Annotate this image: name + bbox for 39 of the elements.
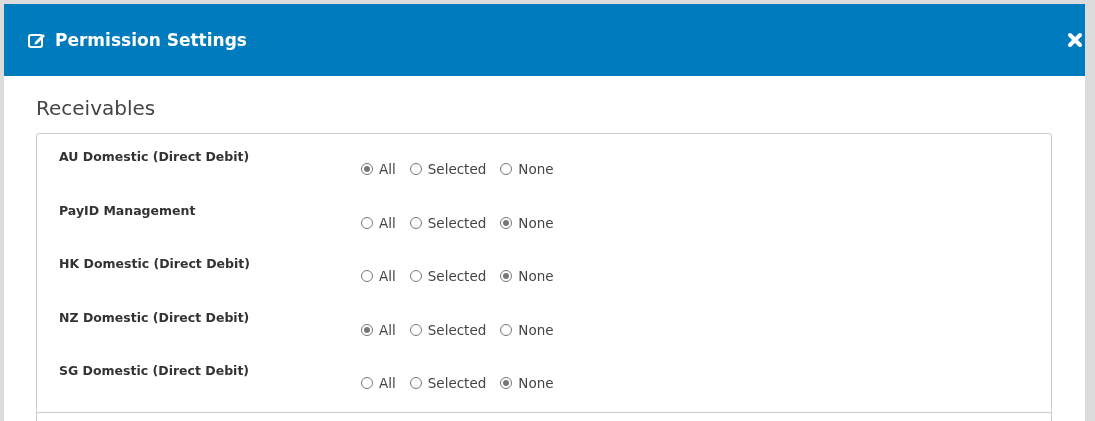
radio-button[interactable]: [409, 270, 422, 282]
permission-label: SG Domestic (Direct Debit): [59, 362, 251, 380]
radio-label: None: [518, 214, 554, 231]
radio-button[interactable]: [500, 216, 513, 229]
radio-label: None: [518, 321, 554, 338]
radio-button[interactable]: [361, 216, 373, 229]
close-button[interactable]: [1067, 32, 1083, 48]
permission-label: PayID Management: [59, 201, 197, 220]
radio-label: Selected: [427, 321, 487, 338]
radio-label: Selected: [427, 161, 487, 177]
radio-label: None: [518, 375, 554, 391]
radio-button[interactable]: [500, 270, 513, 282]
radio-label: Selected: [427, 375, 487, 391]
permission-label: NZ Domestic (Direct Debit): [59, 308, 251, 327]
radio-button[interactable]: [361, 377, 373, 389]
radio-button[interactable]: [409, 216, 422, 229]
radio-label: Selected: [427, 214, 487, 231]
permission-label: AU Domestic (Direct Debit): [59, 148, 251, 166]
radio-label: All: [379, 161, 396, 177]
radio-label: All: [379, 321, 396, 338]
radio-button[interactable]: [409, 377, 422, 389]
radio-button[interactable]: [409, 163, 422, 175]
radio-label: None: [518, 268, 554, 284]
radio-label: Selected: [427, 268, 487, 284]
radio-button[interactable]: [361, 270, 373, 282]
radio-button[interactable]: [361, 163, 373, 175]
edit-icon: [28, 31, 47, 49]
radio-label: All: [379, 375, 396, 391]
permission-label: HK Domestic (Direct Debit): [59, 255, 251, 273]
radio-button[interactable]: [500, 163, 513, 175]
dialog-title: Permission Settings: [55, 30, 248, 50]
radio-button[interactable]: [500, 323, 513, 336]
radio-button[interactable]: [500, 377, 513, 389]
radio-label: All: [379, 268, 396, 284]
radio-label: None: [518, 161, 554, 177]
section-title: Receivables: [36, 96, 157, 120]
radio-label: All: [379, 214, 396, 231]
radio-button[interactable]: [409, 323, 422, 336]
radio-button[interactable]: [361, 323, 373, 336]
